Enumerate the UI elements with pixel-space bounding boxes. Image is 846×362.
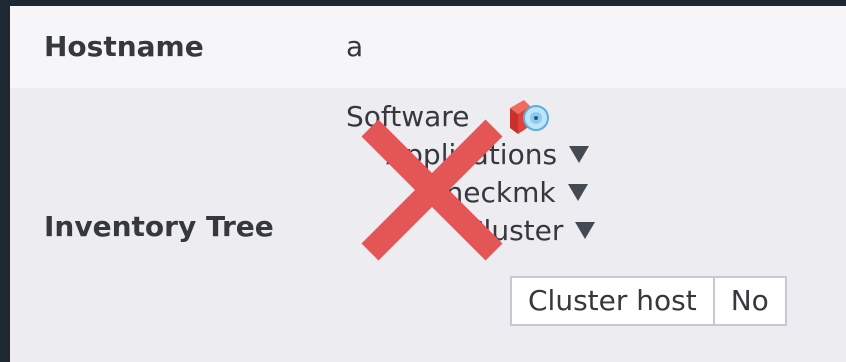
triangle-down-icon[interactable] (569, 145, 590, 163)
triangle-down-icon[interactable] (575, 221, 596, 239)
hostname-label: Hostname (44, 30, 204, 63)
hostname-value: a (346, 30, 364, 63)
table-row: Cluster host No (510, 276, 787, 326)
red-cross-icon (361, 119, 503, 261)
attribute-value: No (712, 276, 787, 326)
cluster-attribute-table: Cluster host No (510, 276, 787, 326)
inventory-panel: Hostname a Inventory Tree Software Appli… (10, 6, 846, 362)
triangle-down-icon[interactable] (567, 183, 588, 201)
inventory-tree-label: Inventory Tree (44, 210, 274, 243)
inventory-tree-row: Inventory Tree Software Applications Che… (10, 88, 846, 362)
hostname-row: Hostname a (10, 6, 846, 88)
attribute-key: Cluster host (510, 276, 715, 326)
